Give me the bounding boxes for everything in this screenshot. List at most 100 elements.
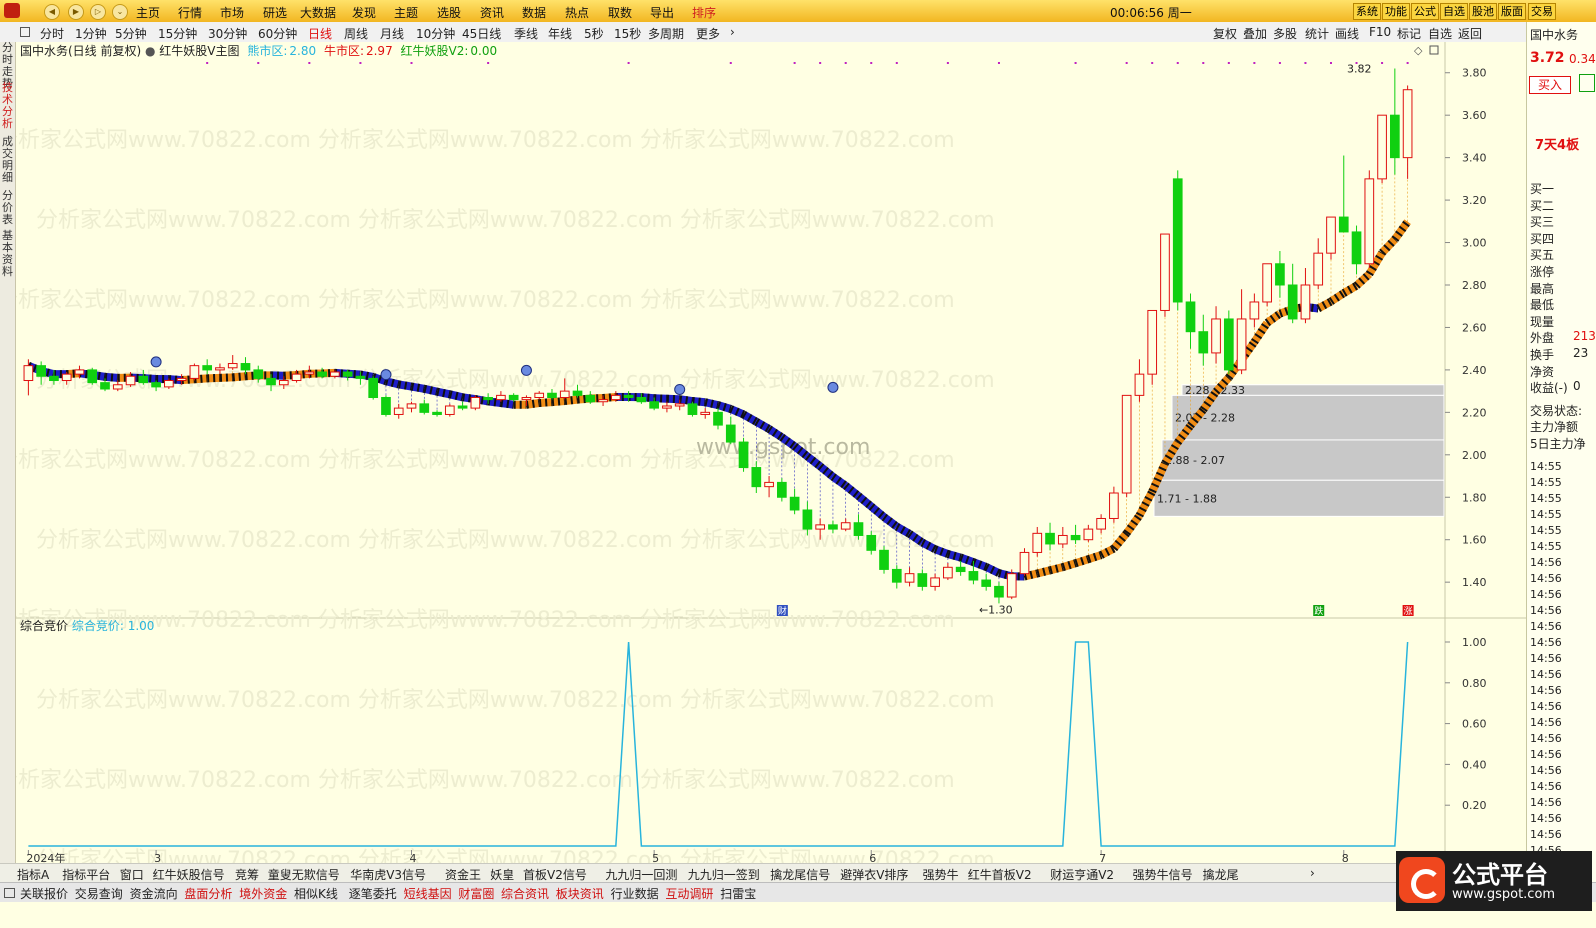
indicator-tab[interactable]: 指标A (17, 866, 49, 883)
menu-item[interactable]: 市场 (220, 4, 244, 21)
status-link[interactable]: 关联报价 (20, 885, 68, 902)
period-tab[interactable]: 周线 (344, 25, 368, 42)
indicator-tab[interactable]: 九九归一签到 (688, 866, 760, 883)
top-button[interactable]: 功能 (1382, 3, 1410, 20)
period-tab[interactable]: 分时 (40, 25, 64, 42)
indicator-tab[interactable]: 首板V2信号 (523, 866, 587, 883)
menu-item[interactable]: 取数 (608, 4, 632, 21)
tool-button[interactable]: 统计 (1305, 25, 1329, 42)
period-tab[interactable]: 月线 (380, 25, 404, 42)
side-tab[interactable]: 成交明细 (1, 136, 14, 184)
indicator-tab[interactable]: 红牛妖股信号 (153, 866, 225, 883)
tool-button[interactable]: 叠加 (1243, 25, 1267, 42)
indicator-tab[interactable]: 指标平台 (62, 866, 110, 883)
top-button[interactable]: 交易 (1528, 3, 1556, 20)
status-link[interactable]: 互动调研 (665, 885, 713, 902)
menu-item[interactable]: 资讯 (480, 4, 504, 21)
period-tab[interactable]: 多周期 (648, 25, 684, 42)
indicator-tab[interactable]: 窗口 (120, 866, 144, 883)
indicator-tab[interactable]: 避弹衣V排序 (840, 866, 908, 883)
indicator-tab[interactable]: 红牛首板V2 (968, 866, 1032, 883)
indicator-tab[interactable]: 擒龙尾信号 (770, 866, 830, 883)
status-link[interactable]: 扫雷宝 (720, 885, 756, 902)
status-link[interactable]: 相似K线 (294, 885, 338, 902)
period-tab[interactable]: 更多 (696, 25, 720, 42)
period-tab[interactable]: 5分钟 (115, 25, 147, 42)
period-tab[interactable]: 45日线 (462, 25, 501, 42)
tool-button[interactable]: 自选 (1428, 25, 1452, 42)
period-tab[interactable]: 季线 (514, 25, 538, 42)
period-tab[interactable]: 5秒 (584, 25, 604, 42)
menu-item[interactable]: 发现 (352, 4, 376, 21)
candle-body (61, 373, 72, 382)
top-button[interactable]: 自选 (1440, 3, 1468, 20)
menu-item[interactable]: 选股 (437, 4, 461, 21)
menu-item[interactable]: 导出 (650, 4, 674, 21)
indicator-tab[interactable]: 资金王 (445, 866, 481, 883)
indicator-tab[interactable]: 童叟无欺信号 (268, 866, 340, 883)
indicator-tab[interactable]: 竞筹 (235, 866, 259, 883)
top-button[interactable]: 股池 (1469, 3, 1497, 20)
indicator-tab[interactable]: 强势牛信号 (1133, 866, 1193, 883)
chevron-right-icon[interactable]: › (730, 25, 735, 39)
menu-item[interactable]: 研选 (263, 4, 287, 21)
candle-body (470, 396, 481, 409)
side-tab[interactable]: 基本资料 (1, 230, 14, 278)
candle-body (1198, 331, 1209, 354)
indicator-tab[interactable]: 妖皇 (490, 866, 514, 883)
tool-button[interactable]: 返回 (1458, 25, 1482, 42)
period-tab[interactable]: 15分钟 (158, 25, 197, 42)
period-tab[interactable]: 60分钟 (258, 25, 297, 42)
period-tab[interactable]: 30分钟 (208, 25, 247, 42)
tool-button[interactable]: 复权 (1213, 25, 1237, 42)
period-tab[interactable]: 日线 (308, 25, 332, 42)
period-tab[interactable]: 15秒 (614, 25, 641, 42)
status-link[interactable]: 资金流向 (130, 885, 178, 902)
status-link[interactable]: 短线基因 (404, 885, 452, 902)
status-link[interactable]: 板块资讯 (556, 885, 604, 902)
menu-item[interactable]: 主页 (136, 4, 160, 21)
menu-item[interactable]: 排序 (692, 4, 716, 21)
nav-arrow-icon[interactable]: ▶ (68, 4, 84, 20)
kline-chart[interactable]: 分析家公式网www.70822.com 分析家公式网www.70822.com … (16, 42, 1526, 863)
side-tab[interactable]: 技术分析 (1, 82, 14, 130)
status-link[interactable]: 行业数据 (611, 885, 659, 902)
top-button[interactable]: 系统 (1353, 3, 1381, 20)
period-tab[interactable]: 10分钟 (416, 25, 455, 42)
tool-button[interactable]: 画线 (1335, 25, 1359, 42)
status-link[interactable]: 综合资讯 (501, 885, 549, 902)
menu-item[interactable]: 数据 (522, 4, 546, 21)
period-tab[interactable]: 1分钟 (75, 25, 107, 42)
sell-button[interactable] (1579, 74, 1595, 92)
indicator-tab[interactable]: 擒龙尾 (1203, 866, 1239, 883)
axis-label: 3.80 (1462, 67, 1487, 80)
status-link[interactable]: 逐笔委托 (349, 885, 397, 902)
window-icon[interactable] (20, 27, 30, 37)
period-tab[interactable]: 年线 (548, 25, 572, 42)
tool-button[interactable]: F10 (1369, 25, 1391, 39)
status-link[interactable]: 交易查询 (75, 885, 123, 902)
menu-item[interactable]: 主题 (394, 4, 418, 21)
top-button[interactable]: 版面 (1498, 3, 1526, 20)
indicator-tab[interactable]: 强势牛 (923, 866, 959, 883)
nav-arrow-icon[interactable]: ⌄ (112, 4, 128, 20)
indicator-tab[interactable]: 财运亨通V2 (1050, 866, 1114, 883)
buy-button[interactable]: 买入 (1529, 76, 1571, 94)
tool-button[interactable]: 标记 (1397, 25, 1421, 42)
indicator-tab[interactable]: 九九归一回测 (605, 866, 677, 883)
side-tab[interactable]: 分价表 (1, 190, 14, 226)
chevron-right-icon[interactable]: › (1310, 866, 1315, 880)
status-link[interactable]: 境外资金 (239, 885, 287, 902)
status-link[interactable]: 财富圈 (458, 885, 494, 902)
top-button[interactable]: 公式 (1411, 3, 1439, 20)
status-link[interactable]: 盘面分析 (184, 885, 232, 902)
nav-arrow-icon[interactable]: ▷ (90, 4, 106, 20)
menu-item[interactable]: 热点 (565, 4, 589, 21)
tool-button[interactable]: 多股 (1273, 25, 1297, 42)
nav-arrow-icon[interactable]: ◀ (44, 4, 60, 20)
menu-item[interactable]: 行情 (178, 4, 202, 21)
panel-icon[interactable] (4, 888, 15, 898)
menu-item[interactable]: 大数据 (300, 4, 336, 21)
indicator-tab[interactable]: 华南虎V3信号 (350, 866, 426, 883)
candle-body (777, 481, 787, 498)
